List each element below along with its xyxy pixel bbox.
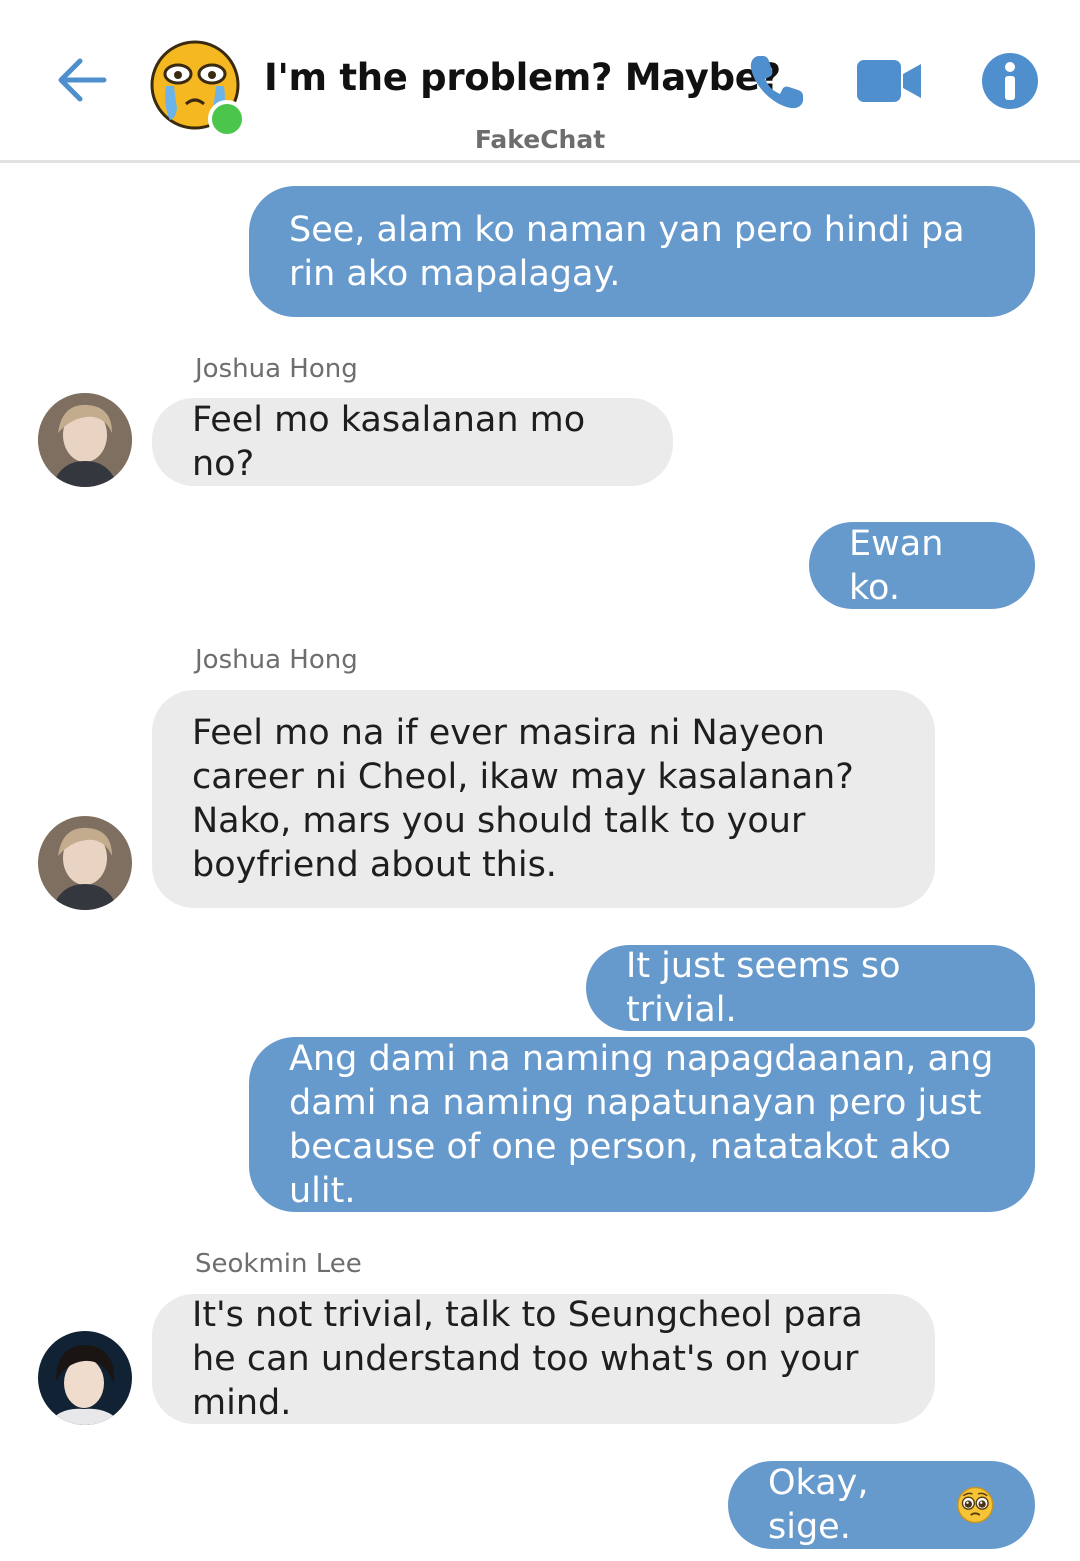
incoming-message-bubble[interactable]: Feel mo kasalanan mo no?	[152, 398, 673, 486]
message-text: Feel mo na if ever masira ni Nayeon care…	[192, 713, 854, 885]
message-text: Ewan ko.	[849, 523, 944, 608]
sender-name: Joshua Hong	[195, 645, 358, 675]
joshua-hong-avatar[interactable]	[38, 816, 132, 910]
info-icon[interactable]	[981, 52, 1039, 110]
incoming-message-bubble[interactable]: Feel mo na if ever masira ni Nayeon care…	[152, 690, 935, 908]
joshua-hong-avatar[interactable]	[38, 393, 132, 487]
app-name-label: FakeChat	[474, 125, 606, 154]
chat-header: I'm the problem? Maybe? FakeChat	[0, 0, 1080, 163]
seokmin-lee-avatar[interactable]	[38, 1331, 132, 1425]
outgoing-message-bubble[interactable]: Ewan ko.	[809, 522, 1035, 609]
message-text: It's not trivial, talk to Seungcheol par…	[192, 1295, 863, 1423]
outgoing-message-bubble[interactable]: Okay, sige.	[728, 1461, 1035, 1549]
sender-name: Seokmin Lee	[195, 1249, 362, 1279]
outgoing-message-bubble[interactable]: Ang dami na naming napagdaanan, ang dami…	[249, 1037, 1035, 1212]
message-text: See, alam ko naman yan pero hindi pa rin…	[289, 209, 965, 294]
chat-title: I'm the problem? Maybe?	[264, 56, 781, 99]
sender-name: Joshua Hong	[195, 354, 358, 384]
message-text: It just seems so trivial.	[626, 946, 901, 1030]
video-camera-icon[interactable]	[855, 56, 923, 106]
message-text: Ang dami na naming napagdaanan, ang dami…	[289, 1038, 994, 1211]
phone-icon[interactable]	[745, 50, 809, 114]
back-arrow-icon[interactable]	[52, 50, 112, 110]
message-text: Feel mo kasalanan mo no?	[192, 400, 586, 484]
outgoing-message-bubble[interactable]: See, alam ko naman yan pero hindi pa rin…	[249, 186, 1035, 317]
message-text: Okay, sige.	[768, 1463, 869, 1547]
pleading-face-emoji-icon	[957, 1486, 994, 1524]
outgoing-message-bubble[interactable]: It just seems so trivial.	[586, 945, 1035, 1031]
incoming-message-bubble[interactable]: It's not trivial, talk to Seungcheol par…	[152, 1294, 935, 1424]
